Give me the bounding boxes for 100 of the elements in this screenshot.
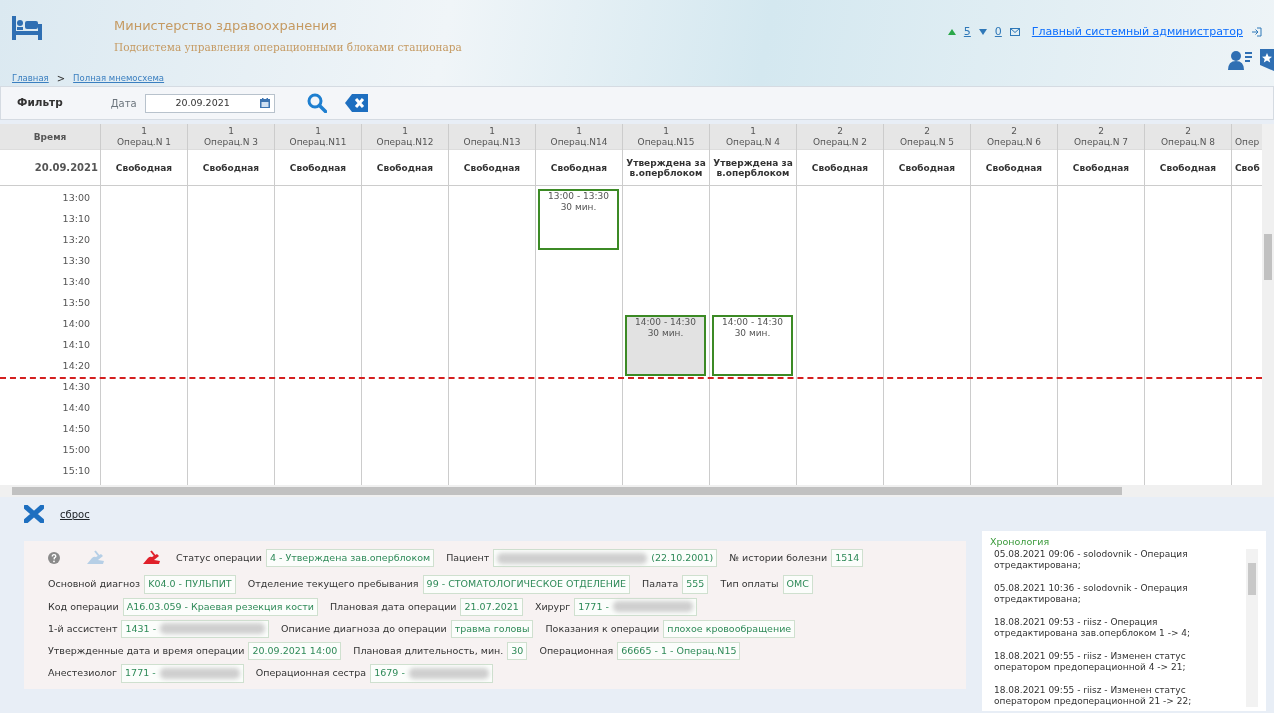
bed-icon bbox=[12, 16, 42, 40]
close-icon[interactable] bbox=[24, 505, 44, 523]
room-status: Свободная bbox=[884, 150, 970, 186]
time-label: 13:30 bbox=[61, 254, 91, 268]
logout-icon[interactable] bbox=[1251, 27, 1262, 38]
filter-title: Фильтр bbox=[17, 95, 63, 111]
column-header: 2 Операц.N 7 bbox=[1058, 124, 1144, 150]
time-label: 14:10 bbox=[61, 338, 91, 352]
time-label: 14:30 bbox=[61, 380, 91, 394]
time-label: 13:00 bbox=[61, 191, 91, 205]
field-label: Утвержденные дата и время операции bbox=[48, 644, 245, 658]
field-value: ОМС bbox=[782, 575, 813, 594]
room-status: Свободная bbox=[1145, 150, 1231, 186]
history-entry: 18.08.2021 09:53 - riisz - Операция отредактирована зав.оперблоком 1 -> 4; bbox=[994, 617, 1192, 640]
signing-hand-icon[interactable] bbox=[142, 550, 162, 567]
field-value: 1771 - bbox=[121, 664, 244, 683]
field-value: 555 bbox=[682, 575, 709, 594]
user-name-link[interactable]: Главный системный администратор bbox=[1031, 24, 1243, 41]
chronology-title: Хронология bbox=[990, 535, 1051, 549]
time-label: 15:00 bbox=[61, 443, 91, 457]
booking-block[interactable]: 14:00 - 14:30 30 мин. bbox=[712, 315, 793, 376]
field-value: (22.10.2001) bbox=[493, 549, 718, 568]
field-label: Операционная сестра bbox=[255, 666, 367, 681]
column-header: 1 Операц.N 4 bbox=[710, 124, 796, 150]
column-header: 1 Операц.N13 bbox=[449, 124, 535, 150]
room-status: Свободная bbox=[275, 150, 361, 186]
field-value: 66665 - 1 - Операц.N15 bbox=[617, 642, 741, 661]
field-value: 99 - СТОМАТОЛОГИЧЕСКОЕ ОТДЕЛЕНИЕ bbox=[422, 575, 631, 594]
column-header: 2 Операц.N 6 bbox=[971, 124, 1057, 150]
breadcrumb-link[interactable]: Полная мнемосхема bbox=[73, 72, 165, 86]
field-label: Плановая дата операции bbox=[329, 599, 457, 614]
date-field[interactable]: 20.09.2021 bbox=[144, 93, 275, 113]
breadcrumb-separator: > bbox=[56, 72, 66, 87]
breadcrumb-link[interactable]: Главная bbox=[12, 72, 49, 86]
field-label: № истории болезни bbox=[729, 551, 828, 565]
column-header: 2 Операц.N 8 bbox=[1145, 124, 1231, 150]
time-label: 14:50 bbox=[61, 422, 91, 436]
app-subtitle: Подсистема управления операционными блоками стационара bbox=[114, 39, 462, 55]
room-status: Утверждена зав.оперблоком bbox=[710, 150, 796, 186]
field-value: 30 bbox=[507, 642, 528, 661]
column-header: Опер bbox=[1232, 124, 1262, 150]
time-label: 13:20 bbox=[61, 233, 91, 247]
help-icon[interactable] bbox=[48, 552, 60, 565]
mail-icon[interactable] bbox=[1009, 28, 1020, 37]
time-label: 13:10 bbox=[61, 212, 91, 226]
history-entry: 18.08.2021 09:55 - riisz - Изменен статус оператором предоперационной 4 -> 21; bbox=[994, 651, 1187, 674]
time-label: 14:20 bbox=[61, 359, 91, 373]
booking-block[interactable]: 14:00 - 14:30 30 мин. bbox=[625, 315, 706, 376]
room-status: Свободная bbox=[536, 150, 622, 186]
room-status: Свободная bbox=[188, 150, 274, 186]
user-list-icon[interactable] bbox=[1228, 49, 1252, 70]
history-entry: 18.08.2021 09:55 - riisz - Изменен статус оператором предоперационной 21 -> 22; bbox=[994, 685, 1193, 708]
app-title: Министерство здравоохранения bbox=[114, 17, 338, 35]
room-status: Свободная bbox=[971, 150, 1057, 186]
room-status: Свободная bbox=[362, 150, 448, 186]
time-label: 13:40 bbox=[61, 275, 91, 289]
field-label: Тип оплаты bbox=[720, 577, 779, 592]
room-status: Свободная bbox=[1058, 150, 1144, 186]
field-value: 1771 - bbox=[574, 597, 697, 616]
field-value: A16.03.059 - Краевая резекция кости bbox=[122, 597, 318, 616]
clear-icon[interactable] bbox=[344, 93, 369, 113]
reset-link[interactable]: сброс bbox=[60, 506, 90, 522]
booking-block[interactable]: 13:00 - 13:30 30 мин. bbox=[538, 189, 619, 250]
column-header: 2 Операц.N 5 bbox=[884, 124, 970, 150]
date-cell: 20.09.2021 bbox=[0, 150, 100, 186]
time-label: 14:40 bbox=[61, 401, 91, 415]
column-header: 1 Операц.N 1 bbox=[101, 124, 187, 150]
field-label: Код операции bbox=[48, 599, 119, 614]
calendar-icon[interactable] bbox=[259, 98, 270, 108]
field-label: Статус операции bbox=[176, 551, 262, 565]
up-count-link[interactable]: 5 bbox=[963, 24, 971, 41]
field-value: 1514 bbox=[831, 549, 864, 568]
field-value: 1679 - bbox=[370, 664, 493, 683]
field-label: Анестезиолог bbox=[48, 666, 118, 681]
column-header: 1 Операц.N14 bbox=[536, 124, 622, 150]
history-entry: 05.08.2021 09:06 - solodovnik - Операция отредактирована; bbox=[994, 549, 1189, 572]
column-header: 1 Операц.N 3 bbox=[188, 124, 274, 150]
room-status: Свободная bbox=[449, 150, 535, 186]
field-value: 21.07.2021 bbox=[460, 597, 523, 616]
down-count-link[interactable]: 0 bbox=[994, 24, 1002, 41]
column-header: Время bbox=[0, 124, 100, 150]
vertical-scrollbar[interactable] bbox=[1246, 549, 1258, 708]
up-arrow-icon bbox=[947, 29, 956, 36]
field-label: Хирург bbox=[534, 599, 571, 614]
field-value: 4 - Утверждена зав.оперблоком bbox=[265, 549, 435, 568]
vertical-scrollbar[interactable] bbox=[1262, 124, 1274, 485]
search-icon[interactable] bbox=[306, 93, 327, 113]
field-label: 1-й ассистент bbox=[48, 621, 118, 636]
history-entry: 05.08.2021 10:36 - solodovnik - Операция отредактирована; bbox=[994, 583, 1189, 606]
field-label: Основной диагноз bbox=[48, 577, 141, 592]
field-value: K04.0 - ПУЛЬПИТ bbox=[144, 575, 236, 594]
field-label: Отделение текущего пребывания bbox=[247, 577, 419, 592]
column-header: 2 Операц.N 2 bbox=[797, 124, 883, 150]
field-label: Показания к операции bbox=[545, 621, 660, 636]
horizontal-scrollbar[interactable] bbox=[0, 485, 1274, 497]
field-label: Палата bbox=[642, 577, 679, 592]
date-label: Дата bbox=[110, 96, 137, 111]
bookmark-star-icon[interactable] bbox=[1260, 48, 1274, 71]
field-value: плохое кровообращение bbox=[663, 619, 796, 638]
down-arrow-icon bbox=[978, 29, 987, 36]
